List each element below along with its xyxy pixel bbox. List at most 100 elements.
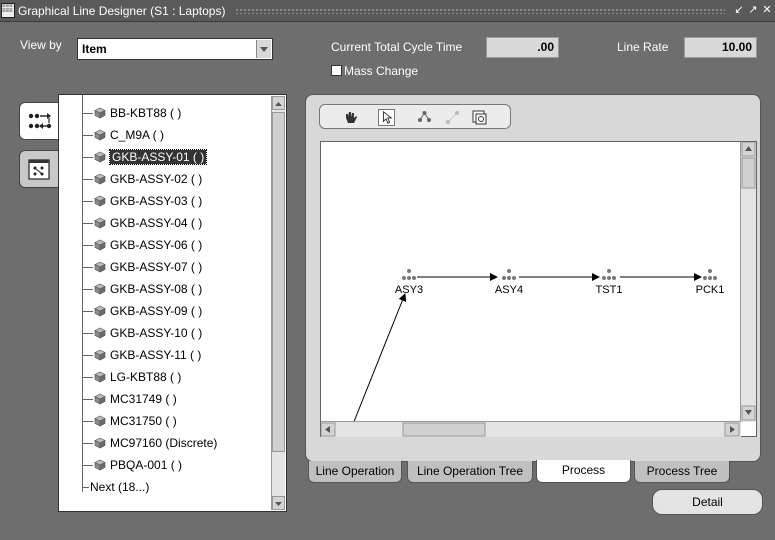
mass-change-label: Mass Change: [344, 64, 419, 78]
tree-item[interactable]: GKB-ASSY-09 ( ): [83, 301, 202, 321]
tree-branch-line: [83, 464, 93, 466]
tree-item-label: MC97160 (Discrete): [110, 436, 218, 450]
item-cube-icon: [94, 327, 106, 339]
tree-branch-line: [83, 354, 93, 356]
operation-node-icon[interactable]: [501, 268, 517, 282]
tree-item[interactable]: GKB-ASSY-03 ( ): [83, 191, 202, 211]
title-bar: ≡≡≡ ≡≡≡ Graphical Line Designer (S1 : La…: [0, 0, 775, 22]
view-by-select[interactable]: Item: [77, 38, 273, 60]
side-tab-graph[interactable]: [19, 150, 59, 188]
tree-branch-line: [83, 222, 93, 224]
tree-item-label: GKB-ASSY-02 ( ): [110, 172, 203, 186]
view-by-value: Item: [82, 42, 107, 56]
tree-branch-line: [83, 288, 93, 290]
tree-item-label: GKB-ASSY-06 ( ): [110, 238, 203, 252]
pointer-icon[interactable]: [378, 109, 395, 126]
tree-item[interactable]: MC31749 ( ): [83, 389, 177, 409]
tree-item[interactable]: C_M9A ( ): [83, 125, 164, 145]
flow-icon: [28, 113, 52, 129]
tree-item[interactable]: MC97160 (Discrete): [83, 433, 217, 453]
tree-item[interactable]: GKB-ASSY-11 ( ): [83, 345, 201, 365]
tree-item[interactable]: GKB-ASSY-10 ( ): [83, 323, 202, 343]
detail-button[interactable]: Detail: [652, 489, 763, 515]
diagram-toolbar: [319, 104, 511, 129]
item-cube-icon: [94, 393, 106, 405]
node-label-asy3[interactable]: ASY3: [395, 284, 423, 296]
tab-process[interactable]: Process: [536, 460, 631, 483]
minimize-icon[interactable]: ↙: [733, 4, 745, 17]
tree-next-link[interactable]: Next (18...): [83, 477, 149, 497]
tree-branch-line: [83, 200, 93, 202]
properties-icon[interactable]: [471, 109, 488, 126]
tree-branch-line: [83, 442, 93, 444]
tree-item[interactable]: LG-KBT88 ( ): [83, 367, 181, 387]
operation-node-icon[interactable]: [601, 268, 617, 282]
tree-branch-line: [83, 420, 93, 422]
connect-icon[interactable]: [444, 109, 461, 126]
item-cube-icon: [94, 371, 106, 383]
item-cube-icon: [94, 415, 106, 427]
item-tree[interactable]: BB-KBT88 ( ) C_M9A ( ) GKB-ASSY-01 ( ) GKB-…: [58, 94, 287, 512]
cycle-time-label: Current Total Cycle Time: [331, 40, 463, 54]
tab-process-tree[interactable]: Process Tree: [634, 461, 730, 483]
tree-branch-line: [83, 376, 93, 378]
operation-node-icon[interactable]: [702, 268, 718, 282]
tree-item[interactable]: PBQA-001 ( ): [83, 455, 182, 475]
item-cube-icon: [94, 239, 106, 251]
maximize-icon[interactable]: ↗: [747, 4, 759, 17]
tree-item[interactable]: MC31750 ( ): [83, 411, 177, 431]
tree-item-label: C_M9A ( ): [110, 128, 165, 142]
cycle-time-field: .00: [486, 37, 559, 58]
tree-scrollbar[interactable]: [271, 96, 285, 510]
tree-branch-line: [83, 486, 89, 488]
tree-item-label: MC31750 ( ): [110, 414, 177, 428]
hand-icon[interactable]: [342, 109, 359, 126]
item-cube-icon: [94, 173, 106, 185]
node-label-asy4[interactable]: ASY4: [495, 284, 523, 296]
line-rate-field: 10.00: [684, 37, 757, 58]
tab-line-operation-tree[interactable]: Line Operation Tree: [407, 461, 533, 483]
tree-item-label: MC31749 ( ): [110, 392, 177, 406]
tree-item-label: GKB-ASSY-04 ( ): [110, 216, 203, 230]
connector-incoming-asy3[interactable]: [352, 293, 407, 425]
process-diagram-canvas[interactable]: ASY3 ASY4 TST1 PCK1: [320, 141, 757, 437]
item-cube-icon: [94, 305, 106, 317]
tree-item-label: GKB-ASSY-09 ( ): [110, 304, 203, 318]
tree-item-label: PBQA-001 ( ): [110, 458, 183, 472]
side-tab-flow[interactable]: [19, 102, 59, 140]
item-cube-icon: [94, 261, 106, 273]
tree-scroll-thumb[interactable]: [272, 112, 285, 452]
tree-branch-line: [83, 134, 93, 136]
node-label-tst1[interactable]: TST1: [596, 284, 623, 296]
diagram-horizontal-scrollbar[interactable]: [320, 421, 741, 437]
diagram-vertical-scrollbar[interactable]: [740, 141, 756, 422]
chevron-down-icon[interactable]: [256, 40, 271, 58]
tree-item-label: GKB-ASSY-11 ( ): [110, 348, 202, 362]
window-title: Graphical Line Designer (S1 : Laptops): [18, 4, 226, 18]
tree-item[interactable]: GKB-ASSY-02 ( ): [83, 169, 202, 189]
tree-item[interactable]: GKB-ASSY-01 ( ): [83, 147, 208, 167]
tree-item[interactable]: BB-KBT88 ( ): [83, 103, 181, 123]
item-cube-icon: [94, 151, 106, 163]
item-cube-icon: [94, 129, 106, 141]
item-cube-icon: [94, 349, 106, 361]
tree-item[interactable]: GKB-ASSY-08 ( ): [83, 279, 202, 299]
mass-change-checkbox[interactable]: [331, 65, 342, 76]
tree-branch-line: [83, 112, 93, 114]
scroll-down-icon[interactable]: [272, 496, 285, 510]
tree-item[interactable]: GKB-ASSY-07 ( ): [83, 257, 202, 277]
operation-node-icon[interactable]: [401, 268, 417, 282]
scroll-up-icon[interactable]: [272, 96, 285, 110]
tab-line-operation[interactable]: Line Operation: [308, 461, 402, 483]
tree-item[interactable]: GKB-ASSY-04 ( ): [83, 213, 202, 233]
item-cube-icon: [94, 459, 106, 471]
view-by-label: View by: [20, 38, 62, 52]
tree-item-label: BB-KBT88 ( ): [110, 106, 182, 120]
item-cube-icon: [94, 195, 106, 207]
close-icon[interactable]: ✕: [761, 4, 773, 17]
node-label-pck1[interactable]: PCK1: [696, 284, 725, 296]
tree-item[interactable]: GKB-ASSY-06 ( ): [83, 235, 202, 255]
tree-branch-line: [83, 310, 93, 312]
tree-item-label: GKB-ASSY-10 ( ): [110, 326, 203, 340]
add-node-icon[interactable]: [416, 109, 433, 126]
